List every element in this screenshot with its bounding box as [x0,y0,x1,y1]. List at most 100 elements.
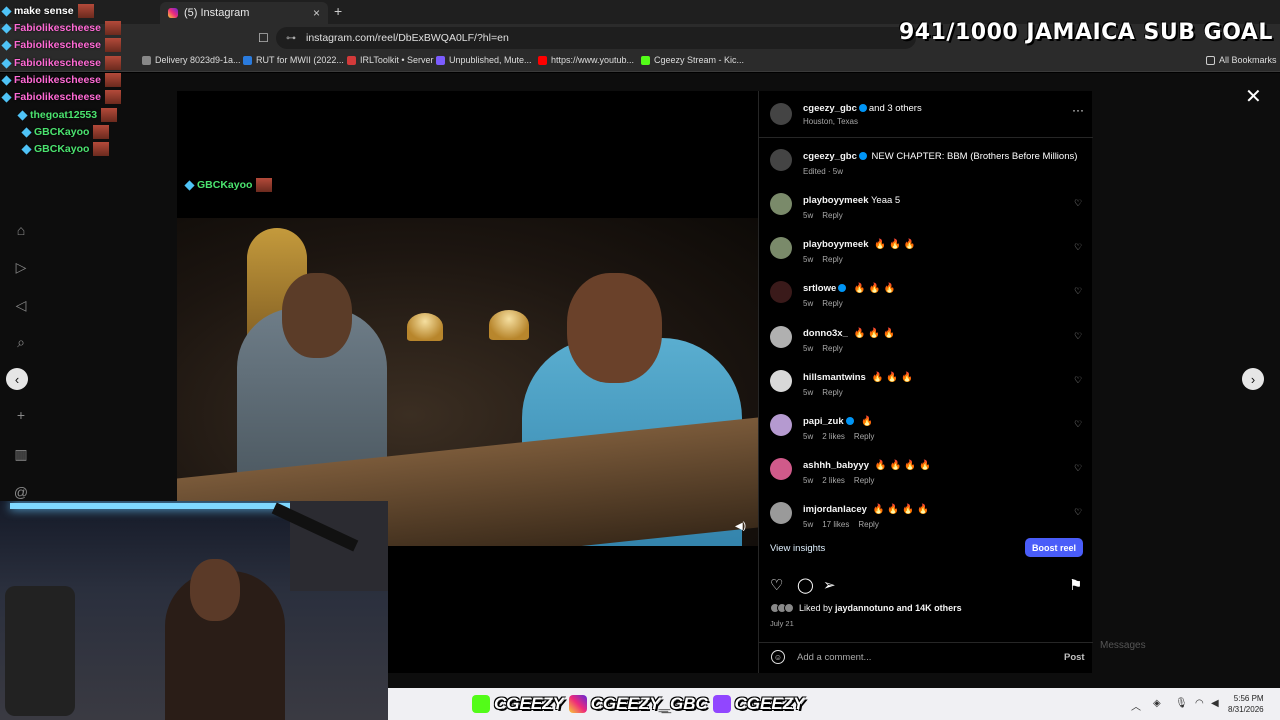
home-icon[interactable]: ⌂ [10,222,32,238]
commenter-avatar[interactable] [770,414,792,436]
speaker-icon[interactable]: ◀ [1211,698,1219,709]
view-insights-link[interactable]: View insights [770,543,825,554]
more-icon[interactable]: ··· [1072,103,1084,117]
microphone-icon[interactable]: 🎙 [1175,698,1188,709]
tray-chevron-icon[interactable]: ︿ [1131,698,1141,713]
bookmark-item[interactable]: Delivery 8023d9-1a... [142,55,241,65]
comment-like-icon[interactable]: ♡ [1074,198,1082,209]
liked-by-user[interactable]: jaydannotuno [835,603,894,613]
comment-input[interactable]: Add a comment... [797,652,871,663]
commenter-avatar[interactable] [770,502,792,525]
bookmark-icon[interactable]: ⚑ [1069,576,1082,594]
taskbar-clock[interactable]: 5:56 PM 8/31/2026 [1228,693,1264,715]
reply-button[interactable]: Reply [822,344,842,353]
bookmark-item[interactable]: Cgeezy Stream - Kic... [641,55,744,65]
commenter-avatar[interactable] [770,193,792,215]
url-bar[interactable]: ⊶ instagram.com/reel/DbExBWQA0LF/?hl=en [276,27,916,49]
comment-like-icon[interactable]: ♡ [1074,419,1082,430]
bookmark-item[interactable]: Unpublished, Mute... [436,55,532,65]
fire-emoji-icon: 🔥 [904,460,917,472]
commenter-username[interactable]: playboyymeek [803,195,868,206]
commenter-avatar[interactable] [770,369,792,392]
commenter-username[interactable]: ashhh_babyyy [803,460,869,471]
create-icon[interactable]: + [10,407,32,423]
comment-like-icon[interactable]: ♡ [1074,375,1082,386]
bookmark-item[interactable]: IRLToolkit • Server [347,55,434,65]
chat-badge-icon [21,143,32,155]
bookmark-page-icon[interactable]: ☐ [258,31,269,45]
comment-like-icon[interactable]: ♡ [1074,507,1082,518]
comment-like-icon[interactable]: ♡ [1074,331,1082,342]
chat-username: GBCKayoo [34,126,90,138]
reply-button[interactable]: Reply [822,211,842,220]
close-icon[interactable]: ✕ [1245,84,1262,109]
comment-likes[interactable]: 17 likes [822,520,849,529]
owner-avatar[interactable] [770,149,792,171]
emoji-icon[interactable]: ☺ [771,650,785,664]
commenter-avatar[interactable] [770,325,792,348]
bookmark-item[interactable]: RUT for MWII (2022... [243,55,344,65]
boost-reel-button[interactable]: Boost reel [1025,538,1083,557]
comment-age: 5w [803,255,814,265]
reply-button[interactable]: Reply [854,432,874,441]
comment-likes[interactable]: 2 likes [822,432,845,441]
commenter-username[interactable]: papi_zuk [803,416,844,427]
owner-avatar[interactable] [770,103,792,125]
browser-tab[interactable]: (5) Instagram × [160,2,328,24]
site-info-icon[interactable]: ⊶ [286,33,296,44]
comment-like-icon[interactable]: ♡ [1074,242,1082,253]
caption-text: NEW CHAPTER: BBM (Brothers Before Millio… [871,151,1078,162]
chat-message: Fabiolikescheese [1,21,121,35]
comment-like-icon[interactable]: ♡ [1074,286,1082,297]
collab-text[interactable]: and 3 others [869,103,922,114]
reply-button[interactable]: Reply [822,255,842,264]
volume-icon[interactable]: ◀) [735,521,749,535]
fire-emoji-icon: 🔥 [853,283,866,295]
reel-video[interactable] [177,218,758,546]
commenter-username[interactable]: playboyymeek [803,239,868,250]
bookmark-favicon-icon [641,55,650,65]
chat-badge-icon [1,22,12,34]
post-location[interactable]: Houston, Texas [803,117,858,126]
comment-likes[interactable]: 2 likes [822,476,845,485]
chat-emote-icon [104,21,121,35]
reply-button[interactable]: Reply [858,520,878,529]
wifi-icon[interactable]: ◠ [1195,698,1204,709]
previous-post-button[interactable]: ‹ [6,368,28,390]
verified-icon [838,284,847,293]
commenter-username[interactable]: donno3x_ [803,328,848,339]
liked-by-others[interactable]: and 14K others [897,603,962,613]
chat-message: GBCKayoo [21,125,110,139]
commenter-avatar[interactable] [770,281,792,304]
comment-like-icon[interactable]: ♡ [1074,463,1082,474]
reply-button[interactable]: Reply [854,476,874,485]
heart-icon[interactable]: ♡ [770,576,783,594]
tab-close-icon[interactable]: × [313,6,320,20]
new-tab-icon[interactable]: + [334,3,342,19]
chat-badge-icon [17,109,28,121]
all-bookmarks[interactable]: All Bookmarks [1206,55,1277,65]
share-icon[interactable]: ➢ [823,576,836,594]
tray-app-icon[interactable]: ◈ [1153,698,1161,709]
liker-avatar [784,603,794,613]
commenter-username[interactable]: srtlowe [803,283,836,294]
reply-button[interactable]: Reply [822,299,842,308]
bookmark-item[interactable]: https://www.youtub... [538,55,634,65]
comment-icon[interactable]: ◯ [797,576,814,594]
instagram-logo-icon [568,695,587,713]
reply-button[interactable]: Reply [822,388,842,397]
dashboard-icon[interactable]: ▥ [10,446,32,463]
threads-icon[interactable]: @ [10,484,32,500]
post-comment-button[interactable]: Post [1064,652,1085,663]
commenter-avatar[interactable] [770,237,792,260]
search-icon[interactable]: ⌕ [10,334,32,351]
reels-icon[interactable]: ▷ [10,259,32,276]
owner-username[interactable]: cgeezy_gbc [803,103,857,114]
next-post-button[interactable]: › [1242,368,1264,390]
comment-meta: 5w 2 likes Reply [803,476,883,485]
messages-icon[interactable]: ◁ [10,297,32,314]
chat-message: Fabiolikescheese [1,73,121,87]
commenter-username[interactable]: imjordanlacey [803,504,867,515]
commenter-avatar[interactable] [770,458,792,481]
commenter-username[interactable]: hillsmantwins [803,372,866,383]
